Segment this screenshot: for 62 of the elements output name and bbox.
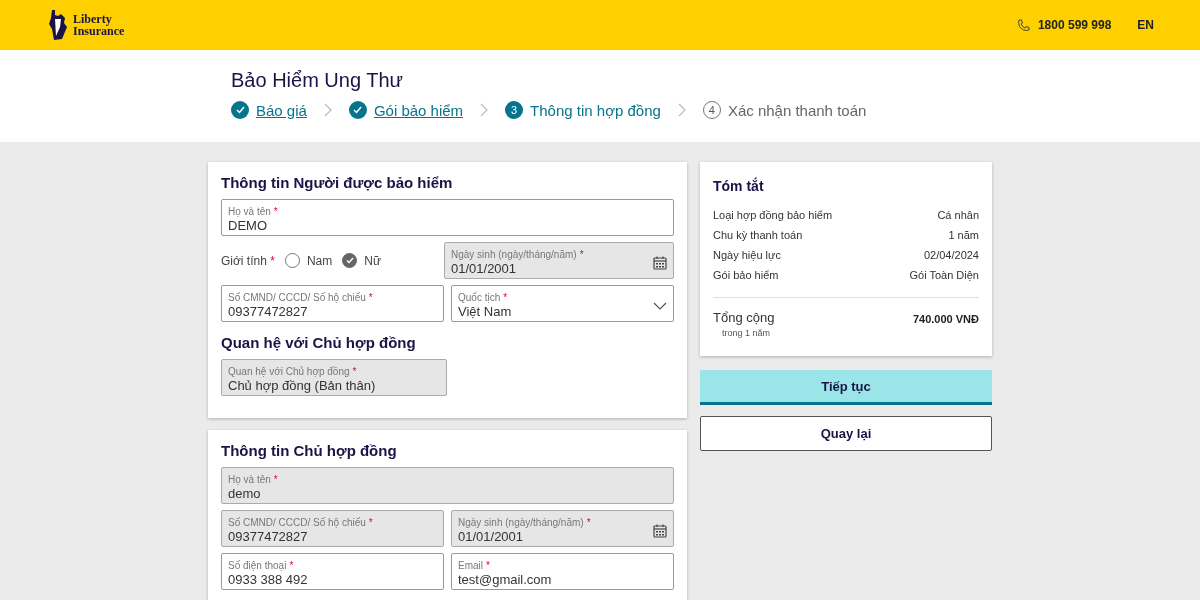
total-label: Tổng cộng: [713, 310, 775, 325]
field-label: Quốc tịch *: [458, 292, 509, 303]
field-value: Chủ hợp đồng (Bản thân): [228, 378, 377, 393]
logo-text: Insurance: [73, 25, 125, 37]
step-label: Thông tin hợp đồng: [530, 101, 661, 119]
summary-label: Chu kỳ thanh toán: [713, 229, 803, 241]
field-value: 01/01/2001: [451, 261, 518, 276]
field-value: test@gmail.com: [458, 572, 553, 587]
field-label: Số điện thoại *: [228, 560, 295, 571]
step-label: Xác nhận thanh toán: [727, 101, 867, 119]
field-value: demo: [228, 486, 262, 501]
field-label: Họ và tên *: [228, 474, 279, 485]
field-value: 0933 388 492: [228, 572, 309, 587]
phone-field[interactable]: Số điện thoại * 0933 388 492: [221, 553, 444, 590]
logo-text: Liberty: [73, 13, 113, 25]
section-title: Thông tin Người được bảo hiểm: [221, 174, 454, 191]
field-value: 09377472827: [228, 304, 309, 319]
field-value: 01/01/2001: [458, 529, 525, 544]
field-value: DEMO: [228, 218, 268, 233]
section-title: Quan hệ với Chủ hợp đồng: [221, 334, 417, 351]
field-label: Họ và tên *: [228, 206, 279, 217]
summary-label: Loại hợp đồng bảo hiểm: [713, 209, 833, 221]
language-link[interactable]: EN: [1137, 18, 1154, 32]
email-field[interactable]: Email * test@gmail.com: [451, 553, 674, 590]
gender-label: Giới tính *: [221, 253, 275, 268]
chevron-right-icon: [322, 103, 333, 117]
summary-value: Cá nhân: [937, 209, 979, 221]
back-button[interactable]: Quay lại: [700, 416, 992, 451]
total-note: trong 1 năm: [722, 328, 772, 338]
phone-number[interactable]: 1800 599 998: [1037, 18, 1112, 32]
step-link[interactable]: Gói bảo hiểm: [373, 101, 464, 119]
field-label: Số CMND/ CCCD/ Số hộ chiếu *: [228, 292, 374, 303]
summary-label: Gói bảo hiểm: [713, 269, 779, 281]
chevron-down-icon[interactable]: [653, 301, 667, 310]
field-label: Ngày sinh (ngày/tháng/năm) *: [458, 517, 592, 528]
field-value: Việt Nam: [458, 304, 513, 319]
chevron-right-icon: [479, 103, 490, 117]
phone-icon: [1016, 18, 1030, 32]
field-label: Số CMND/ CCCD/ Số hộ chiếu *: [228, 517, 374, 528]
summary-value: Gói Toàn Diện: [909, 269, 979, 281]
statue-logo-icon[interactable]: [46, 9, 70, 41]
step-number: 3: [505, 101, 524, 119]
gender-radio[interactable]: Nam: [284, 253, 333, 268]
section-title: Thông tin Chủ hợp đồng: [221, 442, 398, 459]
check-icon: [345, 257, 354, 264]
nationality-select[interactable]: Quốc tịch * Việt Nam: [451, 285, 674, 322]
summary-value: 02/04/2024: [923, 249, 979, 261]
id-field[interactable]: Số CMND/ CCCD/ Số hộ chiếu * 09377472827: [221, 285, 444, 322]
field-label: Ngày sinh (ngày/tháng/năm) *: [451, 249, 585, 260]
summary-value: 1 năm: [948, 229, 979, 241]
step-link[interactable]: Báo giá: [256, 101, 307, 119]
field-value: 09377472827: [228, 529, 309, 544]
field-label: Quan hệ với Chủ hợp đồng *: [228, 366, 358, 377]
continue-button[interactable]: Tiếp tục: [700, 370, 992, 405]
summary-title: Tóm tắt: [713, 178, 765, 194]
summary-label: Ngày hiệu lực: [713, 249, 781, 261]
name-field[interactable]: Họ và tên * DEMO: [221, 199, 674, 236]
total-value: 740.000 VNĐ: [912, 313, 979, 325]
page-title: Bảo Hiểm Ung Thư: [231, 68, 404, 92]
gender-radio[interactable]: Nữ: [342, 253, 381, 268]
field-label: Email *: [458, 560, 491, 571]
chevron-right-icon: [676, 103, 687, 117]
